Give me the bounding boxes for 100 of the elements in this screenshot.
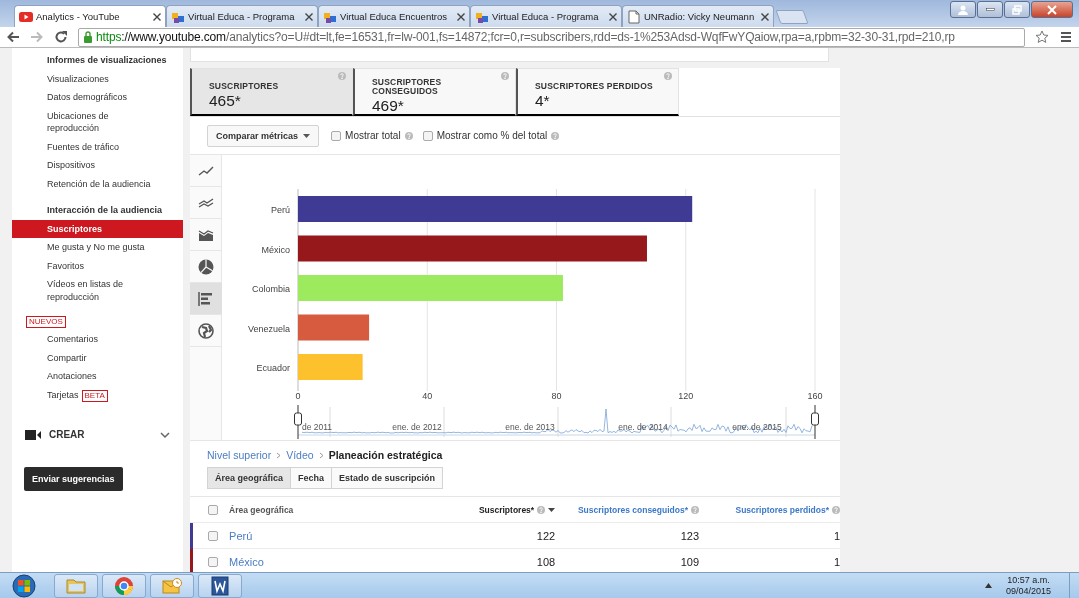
browser-tab[interactable]: Virtual Educa - Programa — [166, 5, 318, 27]
axis-tick-label: 40 — [422, 391, 433, 401]
checkbox-label: Mostrar total — [345, 130, 401, 141]
close-icon — [305, 12, 313, 21]
sidebar-item[interactable]: Ubicaciones de reproducción — [12, 106, 147, 138]
table-cell-text: 109 — [679, 555, 699, 568]
help-icon — [404, 131, 413, 140]
sidebar-item[interactable]: Dispositivos — [12, 156, 183, 175]
help-icon — [338, 72, 346, 80]
clock[interactable]: 10:57 a.m. 09/04/2015 — [1005, 574, 1051, 597]
close-icon — [153, 12, 161, 21]
sidebar-item[interactable]: Comentarios — [12, 330, 183, 349]
sidebar-item[interactable]: Vídeos en listas de reproducción — [12, 275, 147, 306]
table-cell-text: 1 — [832, 529, 840, 542]
sidebar-item[interactable]: Compartir — [12, 348, 183, 367]
axis-tick-label: 80 — [551, 391, 562, 401]
menu-icon — [1059, 30, 1073, 44]
row-checkbox[interactable] — [208, 530, 218, 541]
profile-button[interactable] — [950, 1, 976, 18]
sidebar-item[interactable]: Retención de la audiencia — [12, 174, 183, 193]
axis-tick-label: 120 — [678, 391, 694, 401]
feedback-button[interactable]: Enviar sugerencias — [24, 466, 123, 491]
sidebar-item[interactable]: Fuentes de tráfico — [12, 137, 183, 156]
address-field[interactable]: https://www.youtube.com/analytics?o=U#dt=lt,fe=16531,fr=lw-001,fs=14872;fcr=0,r=subscribers,rdd=ds-1%253Adsd-WqfFwYQaiow,rpa=a,rpbm=32-30-31,rpd=210,rp — [78, 27, 1025, 47]
sidebar-item[interactable]: Anotaciones — [12, 367, 183, 386]
close-icon — [761, 12, 769, 21]
pie-chart-icon — [197, 257, 215, 276]
breadcrumb-link[interactable]: Nivel superior — [207, 449, 272, 461]
create-menu[interactable]: CREAR — [25, 428, 170, 441]
section-heading: Informes de visualizaciones — [46, 54, 168, 67]
reload-button[interactable] — [54, 30, 68, 44]
metric-tab[interactable]: SUSCRIPTORES 465* — [190, 68, 353, 116]
dimension-tab[interactable]: Estado de suscripción — [331, 467, 444, 489]
browser-tab[interactable]: UNRadio: Vicky Neumann — [622, 5, 774, 27]
metric-tab[interactable]: SUSCRIPTORES PERDIDOS 4* — [516, 68, 679, 116]
compare-metrics-button[interactable]: Comparar métricas — [207, 124, 320, 147]
sort-caret-icon — [548, 507, 556, 512]
timeline-label: ene. de 2014 — [618, 422, 668, 432]
sidebar-item[interactable]: Visualizaciones — [12, 69, 183, 88]
timeline-label: ene. de 2015 — [732, 422, 782, 432]
breadcrumb-current: Planeación estratégica — [328, 449, 443, 461]
browser-tab[interactable]: Virtual Educa - Programa — [470, 5, 622, 27]
row-checkbox[interactable] — [208, 556, 218, 567]
chevron-icon — [318, 451, 324, 459]
column-header[interactable]: Suscriptores* — [440, 504, 556, 515]
country-link[interactable]: México — [229, 555, 441, 568]
sidebar-item[interactable]: Datos demográficos — [12, 88, 183, 107]
chevron-icon — [276, 451, 282, 459]
column-header[interactable]: Suscriptores conseguidos* — [555, 504, 699, 515]
breadcrumb-link[interactable]: Vídeo — [286, 449, 314, 461]
metric-tab[interactable]: SUSCRIPTORES CONSEGUIDOS 469* — [353, 68, 516, 116]
help-icon — [537, 505, 546, 514]
country-link[interactable]: Perú — [229, 529, 441, 542]
bookmark-button[interactable] — [1035, 30, 1049, 44]
windows-logo-icon — [12, 573, 36, 598]
taskbar-app-button[interactable] — [198, 573, 242, 598]
person-icon — [958, 4, 968, 15]
star-icon — [1035, 30, 1049, 44]
lock-icon — [83, 31, 93, 43]
browser-tab[interactable]: Virtual Educa Encuentros — [318, 5, 470, 27]
column-header[interactable]: Área geográfica — [229, 504, 441, 515]
url-text: https://www.youtube.com/analytics?o=U#dt=lt,fe=16531,fr=lw-001,fs=14872;fcr=0,r=subscribers,rdd=ds-1%253Adsd-WqfFwYQaiow,rpa=a,rpbm=32-30-31,rpd=210,rp — [96, 30, 955, 44]
close-window-button[interactable] — [1031, 1, 1073, 18]
tray-arrow-icon — [984, 583, 992, 588]
sidebar-item[interactable]: Favoritos — [12, 256, 183, 275]
reload-icon — [54, 30, 68, 44]
timeline-label: ene. de 2013 — [505, 422, 555, 432]
checkbox[interactable] — [331, 130, 342, 141]
youtube-icon — [19, 9, 33, 24]
bar — [298, 354, 363, 380]
dimension-tab[interactable]: Fecha — [290, 467, 333, 489]
section-heading: Interacción de la audiencia — [46, 204, 164, 217]
restore-icon — [1012, 4, 1022, 15]
sidebar-item[interactable]: Me gusta y No me gusta — [12, 238, 183, 257]
axis-tick-label: 0 — [295, 391, 301, 401]
timeline-label: ene. de 2012 — [392, 422, 442, 432]
close-icon — [457, 12, 465, 21]
category-label: Perú — [271, 205, 290, 215]
restore-button[interactable] — [1004, 1, 1030, 18]
column-header[interactable]: Suscriptores perdidos* — [699, 504, 840, 515]
axis-tick-label: 160 — [807, 391, 823, 401]
back-button[interactable] — [6, 30, 20, 44]
sidebar-item[interactable]: Suscriptores — [12, 219, 183, 238]
category-label: México — [261, 244, 290, 255]
checkbox[interactable] — [422, 130, 433, 141]
dimension-tab[interactable]: Área geográfica — [207, 467, 292, 489]
minimize-button[interactable] — [977, 1, 1003, 18]
browser-tab[interactable]: Analytics - YouTube — [14, 5, 166, 27]
sidebar-item[interactable]: Tarjetas BETA — [12, 385, 183, 405]
taskbar-app-button[interactable] — [102, 573, 146, 598]
document-icon — [209, 574, 231, 597]
table-cell-text: 108 — [535, 555, 556, 568]
caret-icon — [303, 133, 311, 138]
back-arrow-icon — [6, 30, 20, 44]
globe-icon — [197, 321, 215, 340]
table-cell-text: 123 — [679, 529, 699, 542]
menu-button[interactable] — [1059, 30, 1073, 44]
chart-type-button[interactable] — [190, 283, 222, 315]
select-all-checkbox[interactable] — [208, 504, 218, 515]
help-icon — [691, 505, 699, 514]
